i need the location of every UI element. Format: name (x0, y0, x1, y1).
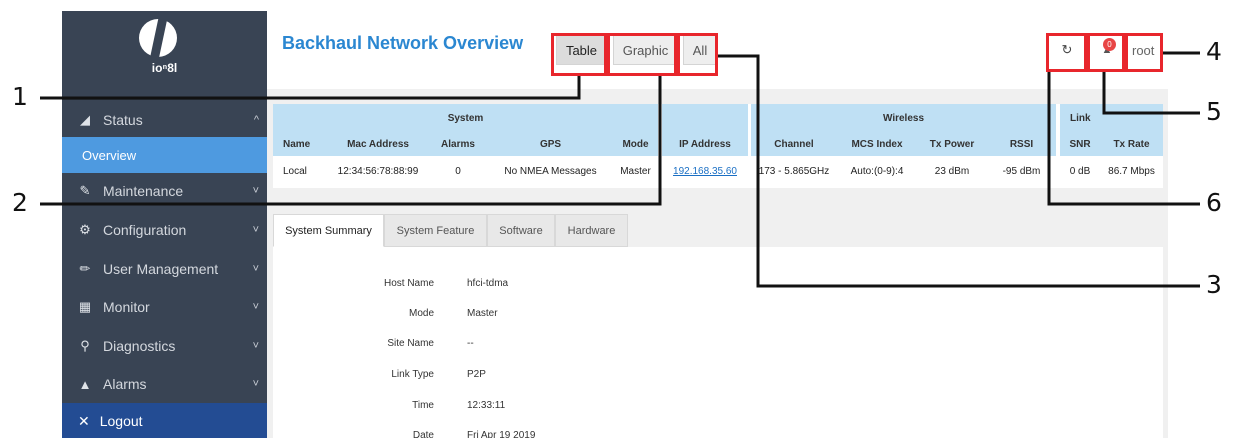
tab-system-summary[interactable]: System Summary (273, 214, 384, 247)
table-cell: 0 (455, 165, 461, 177)
table-group-system: System (273, 104, 658, 132)
chevron-down-icon: ˅ (252, 224, 259, 236)
chevron-down-icon: ˅ (252, 185, 259, 197)
chevron-down-icon: ˅ (252, 340, 259, 352)
column-header: Tx Power (917, 132, 987, 156)
chevron-down-icon: ˅ (252, 263, 259, 275)
column-header: Mode (613, 132, 658, 156)
sidebar-item-label: Alarms (103, 376, 147, 392)
column-header: SNR (1060, 132, 1100, 156)
pencil-icon: ✏ (79, 261, 91, 276)
wrench-icon: ✎ (79, 183, 91, 198)
callout-number-1: 1 (12, 82, 28, 111)
sidebar-subitem-overview[interactable]: Overview (62, 137, 267, 173)
sidebar-item-label: Status (103, 112, 143, 128)
logout-button[interactable]: ✕ Logout (62, 403, 267, 438)
highlight-box-refresh (1046, 33, 1087, 72)
sidebar-item-label: Configuration (103, 222, 187, 238)
field-label: Date (412, 430, 434, 438)
sidebar-item-label: User Management (103, 261, 219, 277)
page-title: Backhaul Network Overview (282, 33, 524, 53)
close-icon: ✕ (78, 412, 90, 429)
table-cell: Auto:(0-9):4 (850, 165, 904, 177)
dashboard-icon: ▦ (78, 299, 92, 314)
table-cell: 12:34:56:78:88:99 (337, 165, 419, 177)
field-value: 12:33:11 (467, 400, 506, 411)
highlight-box-all (677, 33, 718, 76)
field-value: hfci-tdma (467, 278, 509, 289)
field-value: P2P (467, 369, 486, 380)
sidebar-item-maintenance[interactable]: ✎ Maintenance ˅ (62, 173, 267, 209)
table-cell: 0 dB (1069, 165, 1091, 177)
search-icon: ⚲ (80, 338, 90, 353)
table-cell: Master (620, 165, 651, 177)
column-header: Tx Rate (1100, 132, 1163, 156)
column-header: GPS (488, 132, 613, 156)
bell-icon: ▲ (78, 376, 92, 392)
highlight-box-user (1125, 33, 1163, 72)
column-header: MCS Index (837, 132, 917, 156)
tab-hardware[interactable]: Hardware (555, 214, 628, 247)
callout-number-2: 2 (12, 188, 28, 217)
chevron-up-icon: ^ (253, 114, 259, 126)
sidebar-item-user-management[interactable]: ✏ User Management ˅ (62, 251, 267, 287)
table-cell: -95 dBm (1002, 165, 1041, 177)
table-cell: No NMEA Messages (504, 165, 597, 177)
table-group-wireless: Wireless (751, 104, 1056, 132)
tab-system-feature[interactable]: System Feature (384, 214, 487, 247)
table-group-link: Link (1060, 104, 1163, 132)
field-label: Site Name (387, 338, 434, 349)
field-value: -- (467, 338, 474, 349)
sidebar-item-alarms[interactable]: ▲ Alarms ˅ (62, 366, 267, 402)
sidebar-item-configuration[interactable]: ⚙ Configuration ˅ (62, 212, 267, 248)
sidebar-item-diagnostics[interactable]: ⚲ Diagnostics ˅ (62, 328, 267, 364)
column-header: IP Address (662, 132, 748, 156)
field-label: Host Name (383, 278, 434, 289)
table-cell: 86.7 Mbps (1108, 165, 1155, 177)
bar-chart-icon: ◢ (80, 112, 90, 127)
sidebar: ioⁿ8l ◢ Status ^ Overview ✎ Maintenance … (62, 11, 267, 438)
tab-software[interactable]: Software (487, 214, 555, 247)
field-label: Link Type (391, 369, 434, 380)
table-cell: 173 - 5.865GHz (758, 165, 830, 177)
sidebar-item-label: Diagnostics (103, 338, 176, 354)
sidebar-item-label: Maintenance (103, 183, 184, 199)
highlight-box-graphic (607, 33, 677, 76)
sidebar-item-label: Monitor (103, 299, 150, 315)
status-table: System Wireless Link Name Mac Address Al… (273, 104, 1163, 188)
ip-address-link[interactable]: 192.168.35.60 (662, 156, 748, 186)
chevron-down-icon: ˅ (252, 301, 259, 313)
field-value: Fri Apr 19 2019 (467, 430, 536, 438)
gear-icon: ⚙ (79, 222, 91, 237)
callout-number-6: 6 (1206, 188, 1222, 217)
chevron-down-icon: ˅ (252, 378, 259, 390)
callout-number-5: 5 (1206, 97, 1222, 126)
sidebar-item-status[interactable]: ◢ Status ^ (62, 102, 267, 138)
callout-number-3: 3 (1206, 270, 1222, 299)
field-label: Time (412, 400, 434, 411)
brand-logo[interactable]: ioⁿ8l (62, 11, 267, 100)
column-header: Alarms (428, 132, 488, 156)
column-header: Name (273, 132, 328, 156)
column-header: RSSI (987, 132, 1056, 156)
highlight-box-table (551, 33, 607, 76)
table-cell: Local (283, 165, 307, 177)
field-value: Master (467, 308, 498, 319)
system-summary-panel: Host Name hfci-tdma Mode Master Site Nam… (273, 247, 1163, 438)
sidebar-item-monitor[interactable]: ▦ Monitor ˅ (62, 289, 267, 325)
table-cell: 23 dBm (934, 165, 970, 177)
callout-number-4: 4 (1206, 37, 1222, 66)
column-header: Mac Address (328, 132, 428, 156)
field-label: Mode (408, 308, 434, 319)
column-header: Channel (751, 132, 837, 156)
logo-text: ioⁿ8l (151, 61, 178, 75)
highlight-box-notifications (1087, 33, 1125, 72)
